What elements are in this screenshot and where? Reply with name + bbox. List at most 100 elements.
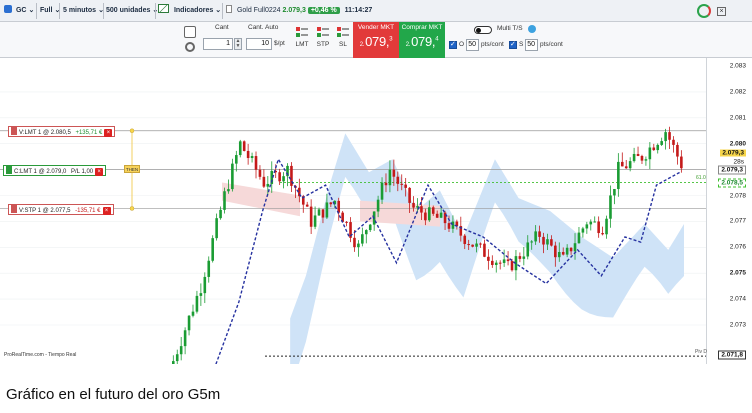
trading-window: GC⌄ Full⌄ 5 minutos⌄ 500 unidades⌄ Indic… (0, 0, 752, 413)
objective-checkbox[interactable] (449, 40, 457, 49)
then-link-tag[interactable]: THEN (124, 165, 140, 173)
candle-body (542, 236, 545, 245)
divider (155, 3, 156, 19)
quantity-input[interactable]: 1 (203, 38, 233, 50)
candle-body (601, 233, 604, 235)
close-icon[interactable]: × (104, 129, 113, 137)
close-icon[interactable]: × (717, 7, 726, 16)
pivot-price-tag: 2.078,5 (718, 178, 746, 188)
candle-body (506, 259, 510, 262)
sl-order-button[interactable]: SL (332, 25, 354, 55)
quantity-stepper[interactable]: ▲ ▼ (234, 38, 242, 50)
candle-body (191, 311, 195, 316)
candle-body (428, 207, 431, 221)
candle-body (680, 156, 683, 169)
position-order[interactable]: C:LMT 1 @ 2.079,0 P/L 1,00 × (3, 165, 107, 176)
sell-market-button[interactable]: Vender MKT 2.079,3 (353, 22, 399, 58)
units-selector[interactable]: 500 unidades⌄ (106, 3, 158, 19)
candle-body (420, 206, 423, 213)
multi-ts-toggle[interactable] (474, 26, 492, 34)
price-tick: 2.076 (729, 243, 746, 251)
buy-price-sup: 4 (435, 36, 439, 43)
indicators-label: Indicadores (173, 7, 214, 14)
style-selector[interactable]: Full ⌄ (40, 3, 60, 19)
stop-checkbox[interactable] (509, 40, 517, 49)
candle-body (577, 232, 581, 244)
instrument-label: GC (15, 7, 27, 14)
hand-icon[interactable] (184, 26, 196, 38)
candle-body (597, 221, 600, 234)
candle-body (238, 141, 242, 156)
candle-body (219, 209, 222, 219)
divider (103, 3, 104, 19)
sell-price: 2.079,3 (353, 34, 399, 49)
candle-body (404, 184, 407, 188)
order-handle-icon (11, 127, 17, 135)
candle-body (522, 256, 526, 259)
settings-icon[interactable] (185, 42, 195, 52)
stop-order[interactable]: V:STP 1 @ 2.077,5 -135,71 € × (8, 204, 114, 215)
stop-input[interactable]: 50 (525, 39, 538, 51)
candle-body (215, 218, 218, 239)
last-price-tag: 2.079,3 (718, 165, 746, 175)
candle-body (408, 187, 411, 203)
candle-body (672, 139, 675, 145)
candle-body (172, 361, 175, 372)
candle-body (195, 295, 199, 312)
candle-body (494, 262, 498, 265)
limit-order-icon (295, 25, 309, 39)
candle-body (435, 213, 439, 218)
candle-body (254, 156, 258, 170)
ticker-time: 11:14:27 (344, 7, 373, 14)
candle-body (396, 176, 400, 184)
ticker-change-badge: +0,46 % (307, 7, 340, 14)
sell-price-sup: 3 (389, 36, 393, 43)
candle-body (199, 293, 203, 296)
chevron-down-icon: ⌄ (28, 7, 35, 14)
sell-limit-order[interactable]: V:LMT 1 @ 2.080,5 +135,71 € × (8, 126, 116, 137)
candle-body (447, 223, 451, 229)
level-label: 61.0 (696, 175, 706, 181)
candle-body (203, 276, 207, 294)
candle-body (617, 161, 620, 190)
buy-title: Comprar MKT (401, 24, 443, 31)
price-axis[interactable]: 2.083 2.082 2.081 2.080 2.079,3 28s 2.07… (706, 58, 752, 364)
document-icon (226, 5, 232, 13)
close-icon[interactable]: × (102, 207, 111, 215)
candle-body (668, 132, 671, 140)
candle-body (569, 247, 573, 252)
candle-body (483, 243, 486, 257)
candle-body (235, 155, 238, 164)
auto-quantity-input[interactable]: 10 (246, 38, 272, 50)
order-handle-icon (11, 205, 17, 213)
sell-title: Vender MKT (357, 24, 395, 31)
info-icon[interactable] (528, 25, 536, 33)
candle-body (325, 202, 329, 218)
buy-price-prefix: 2. (405, 42, 411, 48)
bottom-price-tag: 2.071,8 (718, 350, 746, 360)
close-icon[interactable]: × (95, 168, 104, 176)
stp-order-button[interactable]: STP (312, 25, 334, 55)
candle-body (183, 330, 187, 347)
sell-price-prefix: 2. (359, 42, 365, 48)
stop-order-icon (316, 25, 330, 39)
objective-input[interactable]: 50 (466, 39, 479, 51)
instrument-selector[interactable]: GC ⌄ (4, 3, 34, 19)
indicators-button[interactable]: Indicadores ⌄ (158, 3, 221, 19)
period-label: 5 minutos (63, 7, 97, 14)
price-tick: 2.078 (729, 192, 746, 200)
candle-body (660, 141, 663, 145)
candle-body (309, 206, 313, 227)
candle-body (561, 251, 565, 255)
lmt-order-button[interactable]: LMT (291, 25, 313, 55)
stp-label: STP (316, 41, 330, 48)
candle-body (581, 228, 585, 233)
refresh-icon[interactable] (697, 4, 711, 18)
data-source-label: ProRealTime.com - Tiempo Real (4, 352, 77, 358)
stop-text: V:STP 1 @ 2.077,5 (19, 208, 71, 214)
candle-body (585, 224, 589, 229)
buy-market-button[interactable]: Comprar MKT 2.079,4 (399, 22, 445, 58)
divider (59, 3, 60, 19)
period-selector[interactable]: 5 minutos ⌄ (63, 3, 104, 19)
cant-label: Cant (215, 24, 229, 31)
